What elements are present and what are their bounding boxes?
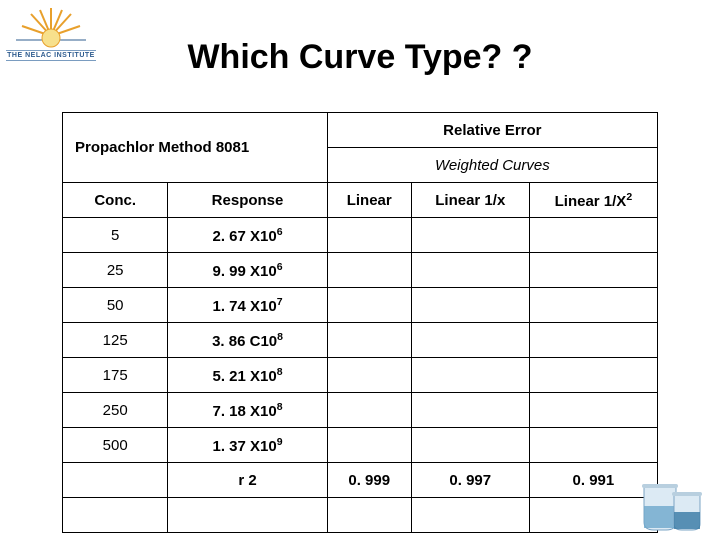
table-row: 1755. 21 X108	[63, 358, 658, 393]
col-linear: Linear	[327, 183, 411, 218]
table-row	[63, 498, 658, 533]
r2-lin1x2: 0. 991	[529, 463, 657, 498]
r2-linear: 0. 999	[327, 463, 411, 498]
relative-error-header: Relative Error	[327, 113, 657, 148]
data-table: Propachlor Method 8081 Relative Error We…	[62, 112, 658, 533]
table-row: 501. 74 X107	[63, 288, 658, 323]
r2-row: r 2 0. 999 0. 997 0. 991	[63, 463, 658, 498]
col-conc: Conc.	[63, 183, 168, 218]
col-response: Response	[168, 183, 327, 218]
table-row: 5001. 37 X109	[63, 428, 658, 463]
beakers-icon	[640, 478, 710, 534]
col-linear-1x: Linear 1/x	[411, 183, 529, 218]
col-linear-1x2: Linear 1/X2	[529, 183, 657, 218]
r2-label: r 2	[168, 463, 327, 498]
table-caption-left: Propachlor Method 8081	[63, 113, 328, 183]
table-row: 259. 99 X106	[63, 253, 658, 288]
table-row: 1253. 86 C108	[63, 323, 658, 358]
weighted-curves-header: Weighted Curves	[327, 148, 657, 183]
page-title: Which Curve Type? ?	[0, 38, 720, 77]
table-row: 52. 67 X106	[63, 218, 658, 253]
table-row: 2507. 18 X108	[63, 393, 658, 428]
r2-lin1x: 0. 997	[411, 463, 529, 498]
